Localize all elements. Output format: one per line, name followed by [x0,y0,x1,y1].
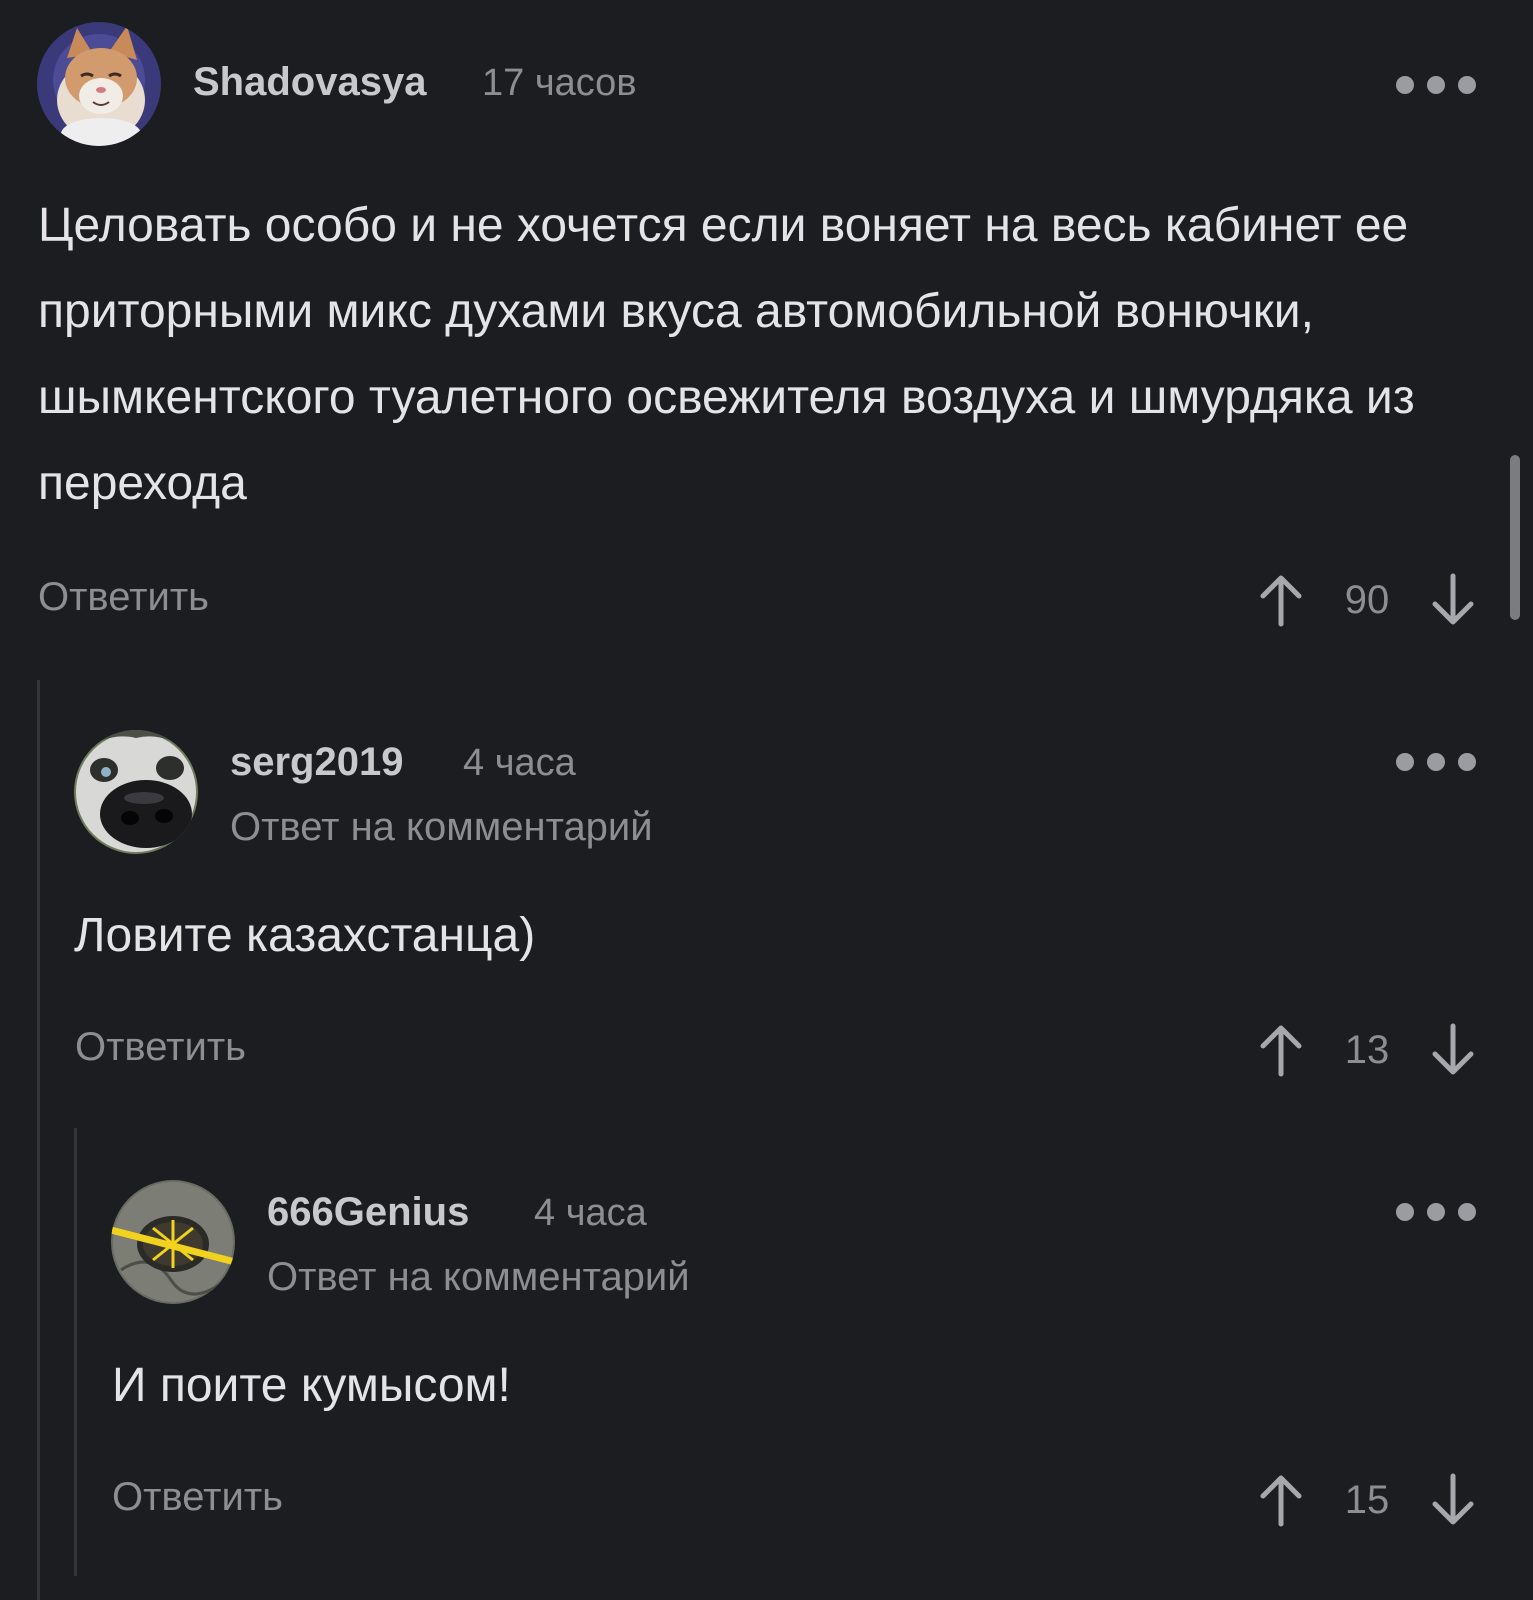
reply-button[interactable]: Ответить [112,1475,283,1520]
upvote-button[interactable] [1255,1470,1307,1530]
timestamp: 4 часа [534,1192,647,1234]
comment-thread: Shadovasya 17 часов Целовать особо и не … [0,0,1533,1600]
username[interactable]: 666Genius [267,1190,469,1235]
arrow-up-icon [1260,1475,1302,1527]
vote-score: 15 [1344,1477,1390,1522]
avatar[interactable] [111,1180,235,1304]
manhole-avatar-image [111,1180,235,1304]
downvote-button[interactable] [1427,1470,1479,1530]
vote-controls: 15 [1255,1468,1479,1532]
more-options-button[interactable] [1396,1200,1476,1224]
comment-text: И поите кумысом! [112,1359,511,1412]
arrow-down-icon [1432,1473,1474,1525]
comment: 666Genius 4 часа Ответ на комментарий И … [0,0,1533,1560]
more-dots-icon [1396,1203,1414,1221]
scrollbar-thumb[interactable] [1510,455,1520,620]
reply-to-note[interactable]: Ответ на комментарий [267,1255,690,1300]
